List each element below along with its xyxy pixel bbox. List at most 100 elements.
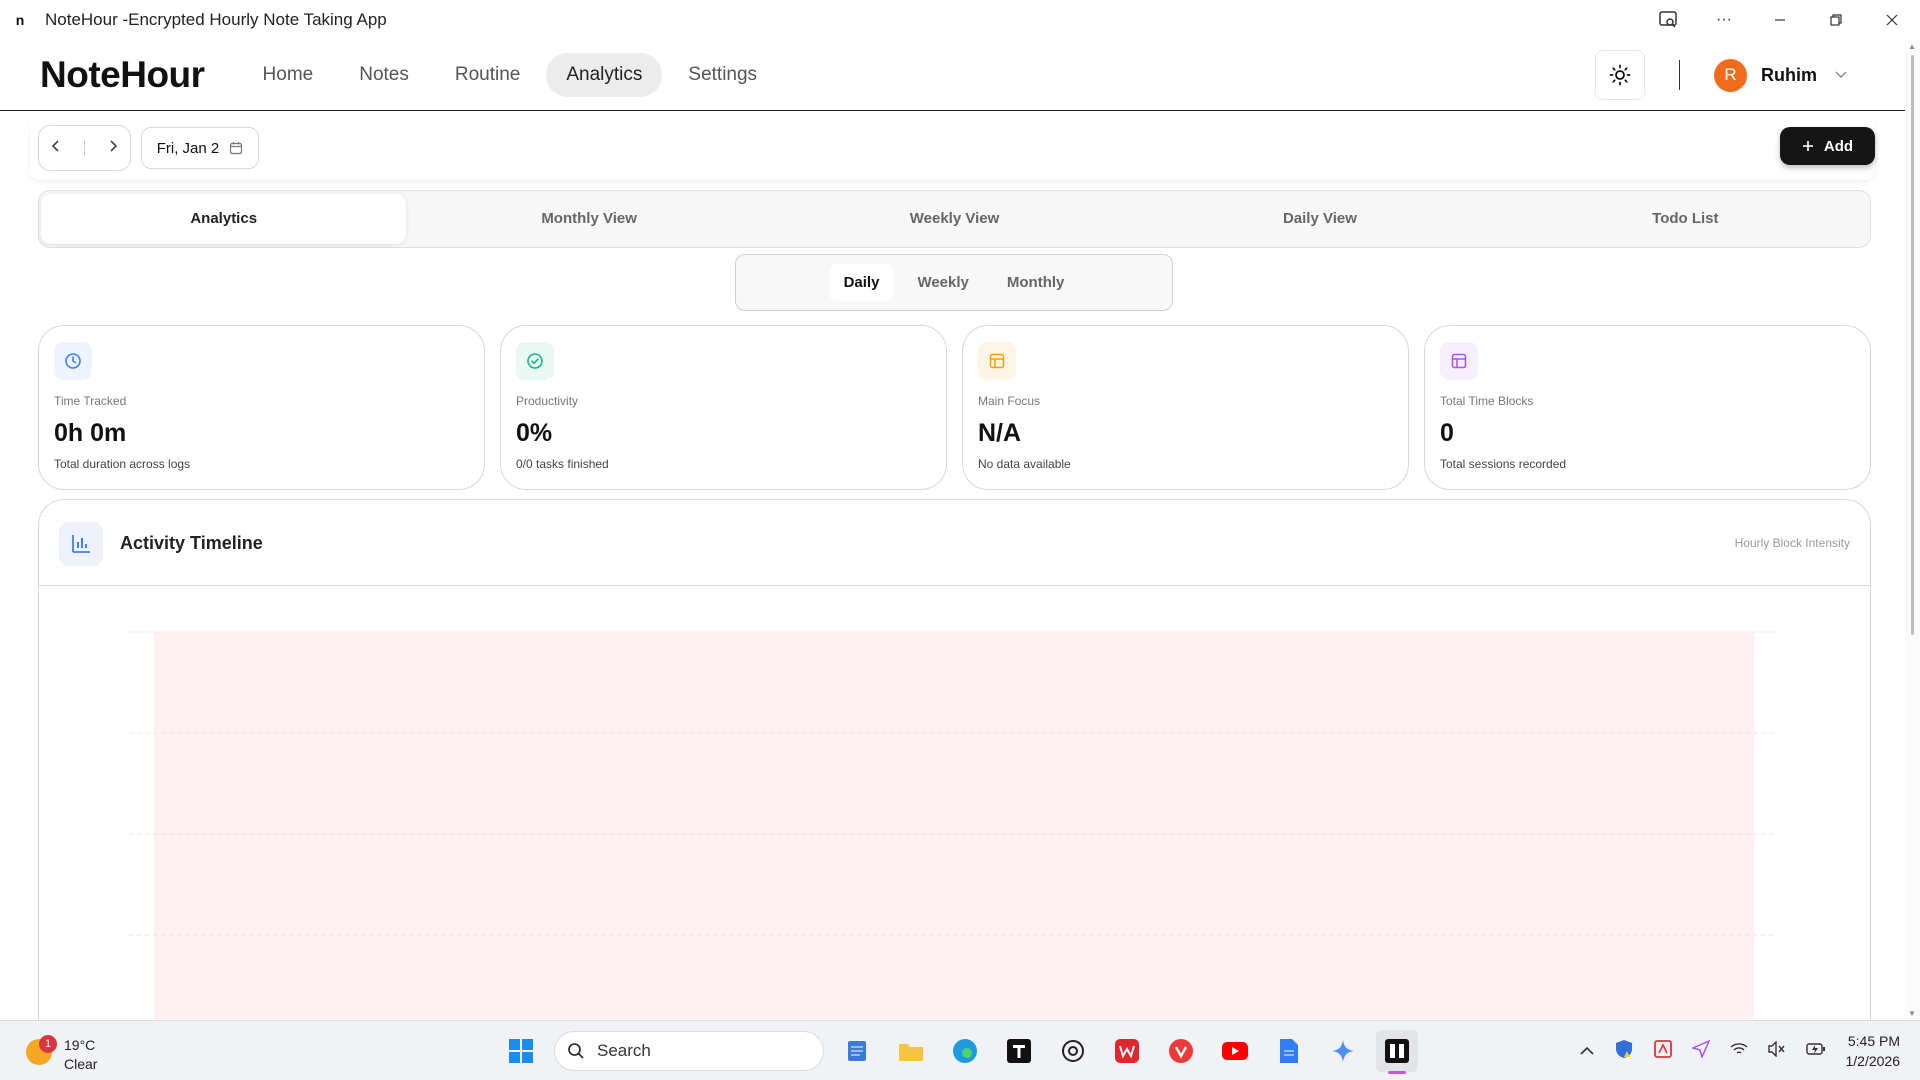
app-icon: n — [15, 12, 25, 28]
battery-icon[interactable] — [1805, 1041, 1826, 1061]
taskbar-apps: Search — [500, 1029, 1418, 1074]
pager-divider — [83, 140, 85, 156]
notehour-app-icon[interactable] — [1376, 1030, 1418, 1074]
page-scrollbar[interactable]: ▲ ▼ — [1905, 40, 1920, 1020]
stat-caption: No data available — [978, 457, 1071, 471]
stat-card-productivity: Productivity 0% 0/0 tasks finished — [500, 325, 947, 490]
youtube-icon[interactable] — [1214, 1030, 1256, 1072]
gemini-icon[interactable] — [1322, 1030, 1364, 1072]
timeline-chart — [129, 631, 1774, 1058]
stat-card-main-focus: Main Focus N/A No data available — [962, 325, 1409, 490]
wifi-icon[interactable] — [1730, 1042, 1748, 1060]
search-icon — [568, 1043, 584, 1059]
nav-routine[interactable]: Routine — [435, 53, 541, 97]
send-icon[interactable] — [1690, 1039, 1710, 1062]
wps-office-icon[interactable] — [1106, 1030, 1148, 1072]
brand-logo[interactable]: NoteHour — [40, 54, 205, 96]
stat-cards: Time Tracked 0h 0m Total duration across… — [38, 325, 1871, 490]
nav-settings[interactable]: Settings — [668, 53, 777, 97]
notepad-icon[interactable] — [836, 1030, 878, 1072]
calendar-icon — [230, 142, 243, 155]
clock-icon — [54, 342, 92, 380]
nav-analytics[interactable]: Analytics — [546, 53, 663, 97]
stat-label: Productivity — [516, 394, 579, 408]
tab-analytics[interactable]: Analytics — [41, 194, 407, 244]
nav-home[interactable]: Home — [243, 53, 334, 97]
stat-label: Total Time Blocks — [1440, 394, 1534, 408]
minimize-button[interactable] — [1752, 0, 1808, 40]
file-explorer-icon[interactable] — [890, 1030, 932, 1072]
volume-muted-icon[interactable] — [1767, 1040, 1786, 1061]
tab-todo-list[interactable]: Todo List — [1503, 194, 1868, 244]
scroll-up-icon[interactable]: ▲ — [1908, 42, 1916, 51]
windows-start-icon[interactable] — [500, 1030, 542, 1072]
timeline-header: Activity Timeline Hourly Block Intensity — [39, 500, 1870, 586]
notification-badge: 1 — [39, 1035, 57, 1053]
chevron-left-icon[interactable] — [51, 139, 61, 157]
typora-icon[interactable] — [998, 1030, 1040, 1072]
stat-value: 0h 0m — [54, 419, 127, 447]
period-daily[interactable]: Daily — [828, 264, 895, 301]
stat-value: 0% — [516, 419, 553, 447]
taskbar: 1 19°C Clear Search 5:45 PM 1/2/2026 — [0, 1020, 1920, 1080]
period-weekly[interactable]: Weekly — [902, 264, 983, 301]
date-picker-button[interactable]: Fri, Jan 2 — [141, 127, 259, 169]
chart-highlight-band — [154, 632, 1754, 1058]
check-circle-icon — [516, 342, 554, 380]
chevron-up-icon[interactable] — [1579, 1043, 1594, 1060]
theme-toggle-button[interactable] — [1595, 50, 1645, 100]
chevron-right-icon[interactable] — [108, 139, 118, 157]
scroll-thumb[interactable] — [1911, 55, 1914, 635]
chatgpt-icon[interactable] — [1052, 1030, 1094, 1072]
more-icon[interactable]: ··· — [1696, 0, 1752, 40]
stat-caption: Total sessions recorded — [1440, 457, 1567, 471]
period-monthly[interactable]: Monthly — [992, 264, 1080, 301]
scroll-down-icon[interactable]: ▼ — [1908, 1009, 1916, 1018]
chevron-down-icon[interactable] — [1835, 68, 1847, 82]
timeline-legend-label: Hourly Block Intensity — [1734, 536, 1850, 550]
shield-icon[interactable] — [1614, 1039, 1634, 1063]
window-title: NoteHour -Encrypted Hourly Note Taking A… — [45, 10, 387, 29]
tab-daily-view[interactable]: Daily View — [1137, 194, 1502, 244]
date-toolbar: Fri, Jan 2 Add — [30, 116, 1875, 180]
stat-card-total-time-blocks: Total Time Blocks 0 Total sessions recor… — [1424, 325, 1871, 490]
user-name[interactable]: Ruhim — [1761, 65, 1817, 86]
add-button-label: Add — [1823, 137, 1854, 155]
stat-label: Time Tracked — [54, 394, 127, 408]
stat-value: 0 — [1440, 419, 1454, 447]
window-titlebar: n NoteHour -Encrypted Hourly Note Taking… — [0, 0, 1920, 40]
panel-icon — [1440, 342, 1478, 380]
taskbar-search[interactable]: Search — [554, 1031, 824, 1071]
activity-timeline: Activity Timeline Hourly Block Intensity — [38, 499, 1871, 1059]
sun-icon — [1609, 64, 1631, 86]
weather-widget[interactable]: 1 19°C Clear — [24, 1029, 114, 1073]
stat-value: N/A — [978, 419, 1022, 447]
pdf-app-icon[interactable] — [1653, 1040, 1672, 1062]
system-tray: 5:45 PM 1/2/2026 — [1579, 1029, 1901, 1073]
view-tabs: Analytics Monthly View Weekly View Daily… — [38, 190, 1871, 248]
tab-monthly-view[interactable]: Monthly View — [406, 194, 771, 244]
app-header: NoteHour Home Notes Routine Analytics Se… — [0, 40, 1905, 111]
add-button[interactable]: Add — [1780, 127, 1875, 165]
plus-icon — [1802, 141, 1813, 151]
system-clock[interactable]: 5:45 PM 1/2/2026 — [1846, 1031, 1901, 1071]
restore-button[interactable] — [1808, 0, 1864, 40]
header-right: R Ruhim — [1595, 50, 1847, 100]
search-label: Search — [597, 1041, 651, 1060]
nav-notes[interactable]: Notes — [339, 53, 429, 97]
close-button[interactable] — [1864, 0, 1920, 40]
google-docs-icon[interactable] — [1268, 1030, 1310, 1072]
header-divider — [1679, 60, 1680, 90]
weather-condition: Clear — [64, 1056, 98, 1072]
timeline-title: Activity Timeline — [120, 533, 263, 553]
layout-icon — [978, 342, 1016, 380]
avatar[interactable]: R — [1714, 58, 1747, 92]
stat-card-time-tracked: Time Tracked 0h 0m Total duration across… — [38, 325, 485, 490]
vivaldi-icon[interactable] — [1160, 1030, 1202, 1072]
weather-temp: 19°C — [64, 1037, 96, 1053]
cast-icon[interactable] — [1640, 0, 1696, 40]
date-label: Fri, Jan 2 — [156, 139, 220, 157]
stat-label: Main Focus — [978, 394, 1041, 408]
edge-browser-icon[interactable] — [944, 1030, 986, 1072]
tab-weekly-view[interactable]: Weekly View — [772, 194, 1137, 244]
